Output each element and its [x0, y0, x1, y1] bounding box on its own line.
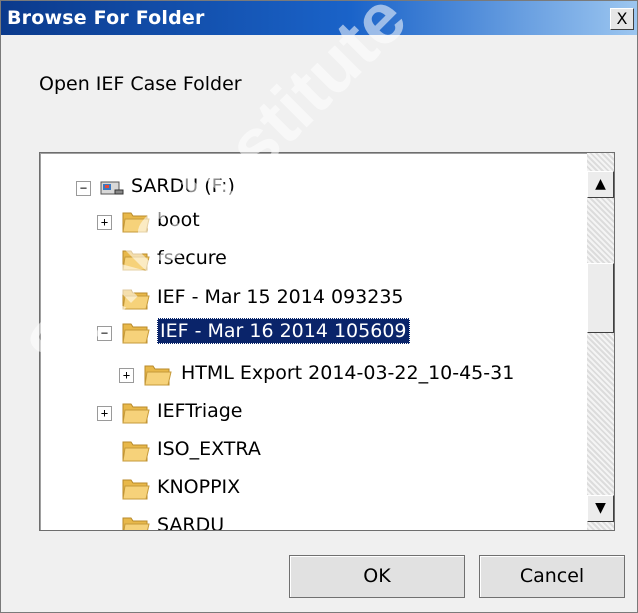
cancel-button[interactable]: Cancel — [479, 555, 625, 598]
title-bar[interactable]: Browse For Folder X — [1, 1, 637, 35]
tree-item-label: SARDU — [157, 514, 225, 531]
folder-icon — [122, 517, 150, 530]
collapse-icon[interactable]: − — [76, 181, 91, 196]
tree-item-label: HTML Export 2014-03-22_10-45-31 — [181, 362, 515, 384]
tree-item-label: KNOPPIX — [157, 476, 241, 498]
tree-item-label: IEF - Mar 15 2014 093235 — [157, 286, 404, 308]
collapse-icon[interactable]: − — [97, 326, 112, 341]
folder-icon — [122, 289, 150, 310]
tree-item-sardu[interactable]: SARDU — [40, 510, 580, 531]
tree-item-ief-mar-15[interactable]: IEF - Mar 15 2014 093235 — [40, 282, 580, 316]
ok-button[interactable]: OK — [289, 555, 465, 598]
expand-icon[interactable]: + — [97, 215, 112, 230]
browse-folder-dialog: Browse For Folder X Open IEF Case Folder… — [0, 0, 638, 613]
drive-icon — [100, 181, 124, 195]
window-title: Browse For Folder — [7, 7, 205, 29]
vertical-scrollbar[interactable]: ▲ ▼ — [587, 153, 614, 530]
tree-item-label: IEFTriage — [157, 400, 243, 422]
scroll-up-button[interactable]: ▲ — [587, 171, 614, 198]
tree-item-label: SARDU (F:) — [131, 175, 235, 197]
folder-icon — [122, 212, 150, 233]
tree-item-label: fsecure — [157, 247, 227, 269]
folder-icon — [144, 365, 172, 386]
tree-item-html-export[interactable]: + HTML Export 2014-03-22_10-45-31 — [40, 358, 580, 392]
tree-item-boot[interactable]: + boot — [40, 205, 580, 239]
folder-icon — [122, 403, 150, 424]
folder-icon — [122, 441, 150, 462]
folder-icon — [122, 479, 150, 500]
close-button[interactable]: X — [610, 8, 634, 30]
tree-item-ieftriage[interactable]: + IEFTriage — [40, 396, 580, 430]
scroll-down-button[interactable]: ▼ — [587, 495, 614, 522]
tree-item-knoppix[interactable]: KNOPPIX — [40, 472, 580, 506]
tree-item-label: boot — [157, 209, 200, 231]
tree-item-label: ISO_EXTRA — [157, 438, 261, 460]
tree-item-iso-extra[interactable]: ISO_EXTRA — [40, 434, 580, 468]
dialog-prompt: Open IEF Case Folder — [39, 73, 242, 95]
tree-item-ief-mar-16[interactable]: − IEF - Mar 16 2014 105609 — [40, 316, 580, 350]
scroll-thumb[interactable] — [587, 263, 614, 333]
expand-icon[interactable]: + — [119, 368, 134, 383]
tree-item-fsecure[interactable]: fsecure — [40, 243, 580, 277]
expand-icon[interactable]: + — [97, 406, 112, 421]
folder-tree[interactable]: − SARDU (F:) + boot fsecure IEF - Mar 15… — [39, 152, 615, 531]
folder-icon — [122, 323, 150, 344]
tree-item-label-selected: IEF - Mar 16 2014 105609 — [157, 318, 410, 344]
folder-icon — [122, 250, 150, 271]
tree-item-drive[interactable]: − SARDU (F:) — [40, 171, 580, 205]
